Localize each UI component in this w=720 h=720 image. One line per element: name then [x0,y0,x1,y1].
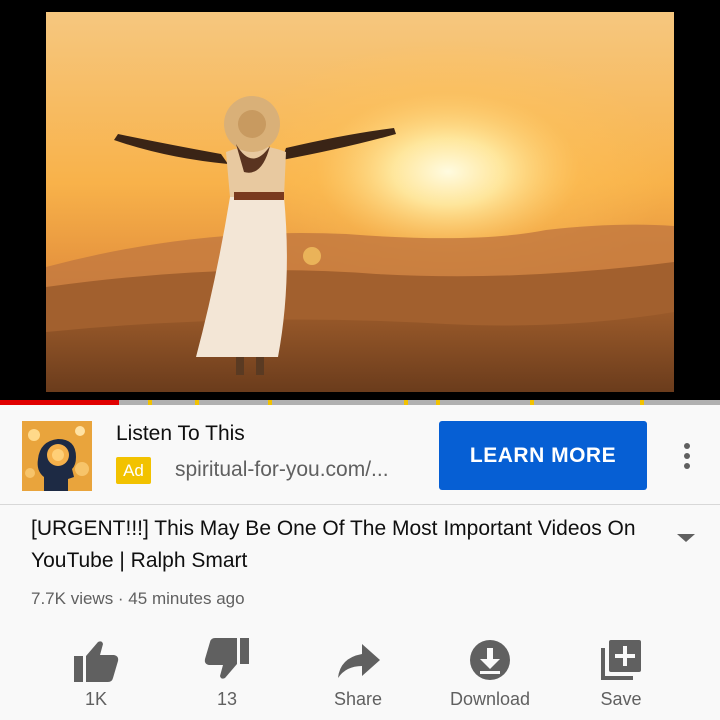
download-button[interactable]: Download [430,628,550,720]
video-meta: 7.7K views · 45 minutes ago [31,589,245,608]
video-title[interactable]: [URGENT!!!] This May Be One Of The Most … [31,513,651,577]
dislike-count: 13 [216,689,238,709]
video-frame[interactable] [46,12,674,392]
thumbs-down-icon [204,638,249,679]
ad-badge: Ad [116,457,151,484]
action-bar: 1K 13 Share Download Save [0,628,720,720]
download-label: Download [449,689,531,709]
thumbs-up-icon [74,641,119,682]
like-button[interactable]: 1K [36,628,156,720]
more-options-icon[interactable] [676,440,698,472]
share-button[interactable]: Share [298,628,418,720]
download-icon [470,640,510,680]
save-playlist-icon [601,640,641,680]
share-label: Share [333,689,383,709]
brain-head-icon [22,421,92,491]
ad-title[interactable]: Listen To This [116,422,245,446]
video-player[interactable] [0,0,720,400]
save-label: Save [600,689,642,709]
ad-url[interactable]: spiritual-for-you.com/... [175,458,389,482]
video-scene-image [46,12,674,392]
learn-more-button[interactable]: LEARN MORE [439,421,647,490]
dislike-button[interactable]: 13 [167,628,287,720]
save-button[interactable]: Save [561,628,681,720]
share-icon [338,644,380,678]
expand-description-icon[interactable] [672,528,700,548]
ad-banner[interactable]: Listen To This Ad spiritual-for-you.com/… [0,405,720,505]
ad-thumbnail[interactable] [22,421,92,491]
like-count: 1K [84,689,108,709]
